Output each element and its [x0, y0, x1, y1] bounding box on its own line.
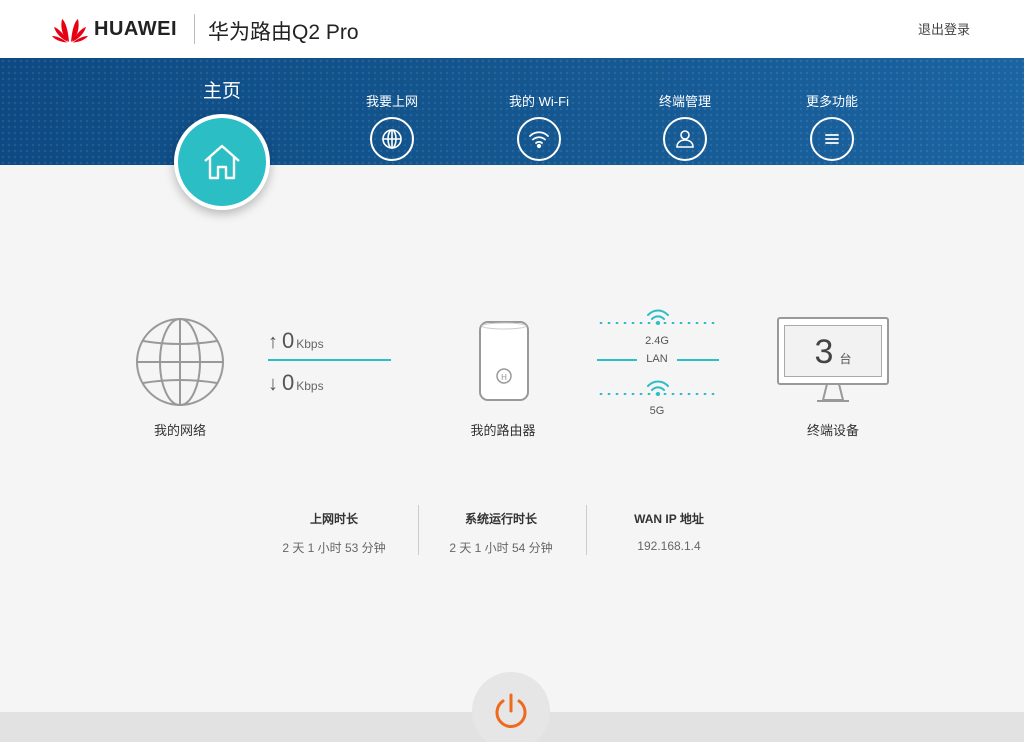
nav-label: 更多功能 [805, 94, 858, 109]
globe-icon[interactable] [135, 317, 225, 407]
user-icon [663, 117, 707, 161]
download-value: 0 [282, 370, 295, 395]
nav-label: 终端管理 [658, 94, 711, 109]
logout-link[interactable]: 退出登录 [918, 19, 970, 38]
download-unit: Kbps [296, 379, 324, 393]
stat-value: 2 天 1 小时 54 分钟 [449, 541, 553, 555]
wan-ip: WAN IP 地址 192.168.1.4 [589, 510, 749, 553]
stat-value: 192.168.1.4 [637, 539, 701, 553]
lan-line-right [677, 359, 719, 361]
device-count-unit: 台 [839, 352, 852, 366]
stat-divider [586, 505, 587, 555]
wifi-5g-link [597, 393, 717, 395]
my-network-label: 我的网络 [153, 423, 206, 438]
devices-monitor[interactable]: 3台 [777, 317, 889, 405]
globe-icon [370, 117, 414, 161]
online-duration: 上网时长 2 天 1 小时 53 分钟 [254, 510, 414, 556]
menu-icon [810, 117, 854, 161]
device-count: 3 [814, 333, 834, 371]
nav-label: 我要上网 [365, 94, 418, 109]
nav-item-wifi[interactable]: 我的 Wi-Fi [489, 91, 589, 161]
svg-text:H: H [501, 373, 507, 382]
nav-item-devices[interactable]: 终端管理 [635, 91, 735, 161]
home-icon [178, 118, 266, 206]
devices-label: 终端设备 [806, 423, 859, 438]
stat-value: 2 天 1 小时 53 分钟 [282, 541, 386, 555]
upload-unit: Kbps [296, 337, 324, 351]
arrow-down-icon: ↓ [268, 373, 278, 395]
nav-item-more[interactable]: 更多功能 [782, 91, 882, 161]
stat-title: WAN IP 地址 [634, 512, 704, 526]
wifi-icon [647, 309, 669, 325]
my-router-label: 我的路由器 [470, 423, 536, 438]
band-5g-label: 5G [649, 405, 665, 417]
stat-title: 系统运行时长 [464, 512, 537, 526]
upload-value: 0 [282, 328, 295, 353]
wifi-24g-link [597, 322, 717, 324]
nav-band: 我要上网 我的 Wi-Fi 终端管理 更多功能 [0, 58, 1024, 165]
lan-label: LAN [646, 353, 668, 365]
nav-item-internet[interactable]: 我要上网 [342, 91, 442, 161]
nav-label: 我的 Wi-Fi [509, 94, 569, 109]
system-uptime: 系统运行时长 2 天 1 小时 54 分钟 [421, 510, 581, 556]
stat-divider [418, 505, 419, 555]
nav-home-label: 主页 [202, 81, 241, 102]
monitor-inner: 3台 [784, 325, 882, 377]
upload-speed: ↑ 0 Kbps [268, 328, 392, 354]
power-button[interactable] [472, 672, 550, 742]
download-speed: ↓ 0 Kbps [268, 370, 392, 396]
wifi-icon [647, 380, 669, 396]
band-24g-label: 2.4G [645, 335, 669, 347]
wifi-icon [517, 117, 561, 161]
power-icon [495, 693, 527, 728]
wan-link-line [268, 359, 391, 361]
header-divider [194, 14, 195, 44]
top-header: HUAWEI 华为路由Q2 Pro 退出登录 [0, 0, 1024, 58]
monitor-stand [817, 384, 849, 402]
huawei-logo [52, 19, 88, 43]
monitor-screen: 3台 [777, 317, 889, 385]
lan-line-left [597, 359, 637, 361]
product-name: 华为路由Q2 Pro [208, 21, 359, 44]
nav-item-home[interactable] [174, 114, 270, 210]
router-icon[interactable]: H [478, 320, 530, 402]
stat-title: 上网时长 [309, 512, 358, 526]
arrow-up-icon: ↑ [268, 331, 278, 353]
brand-name: HUAWEI [94, 18, 177, 40]
